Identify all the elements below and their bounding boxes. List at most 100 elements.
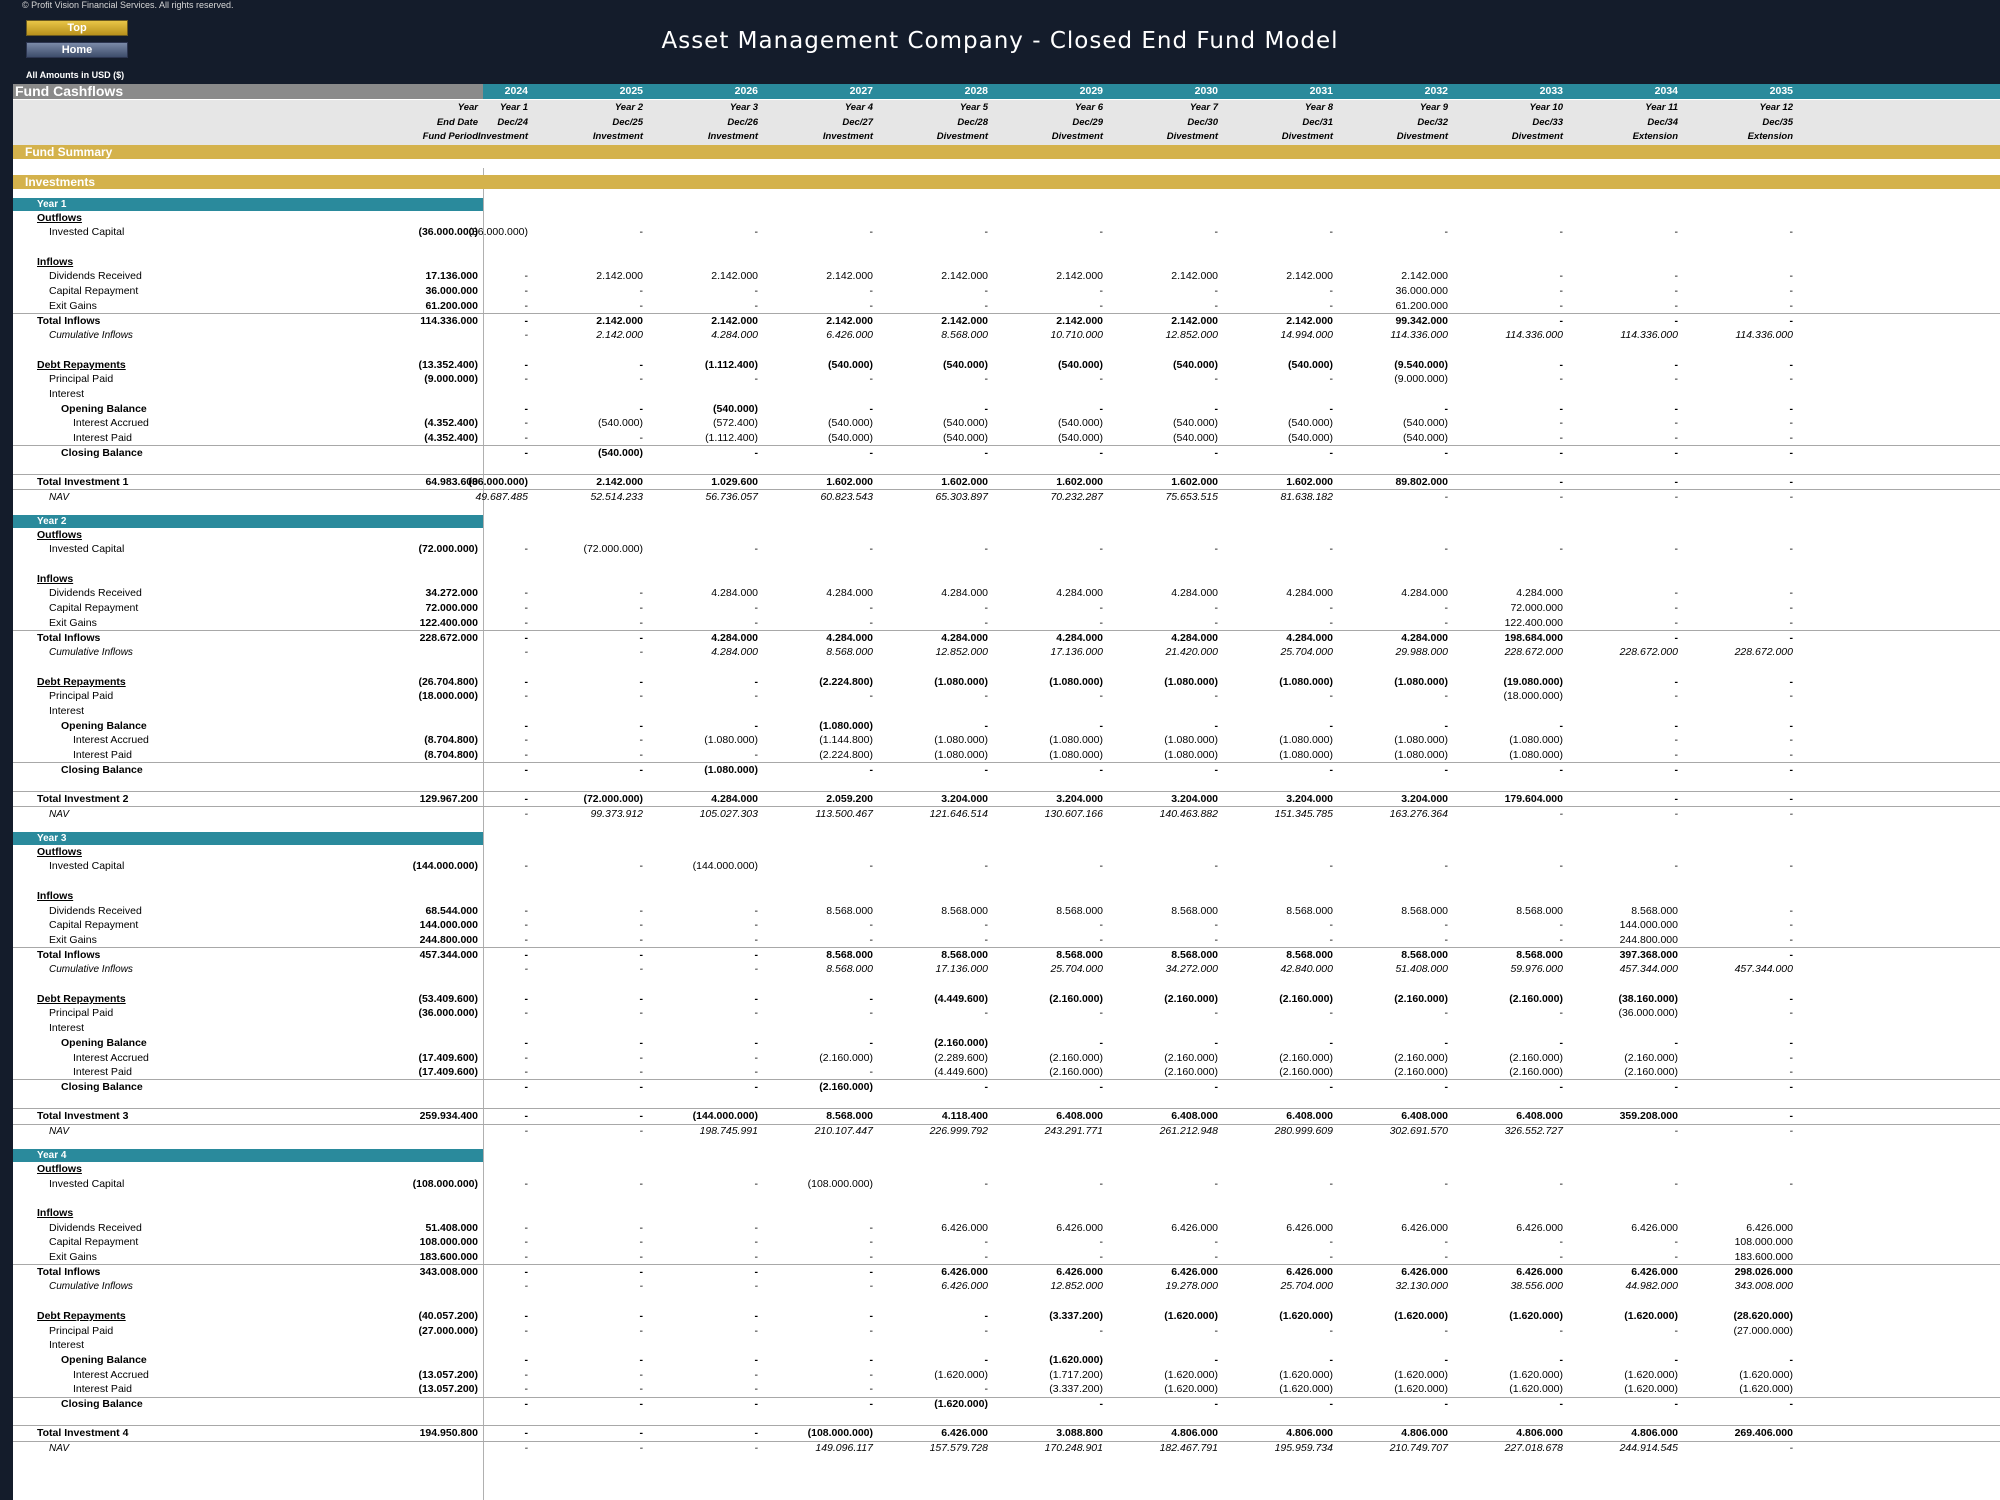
block-year-bg [13,1149,483,1163]
row-cell: 6.408.000 [1286,1110,1333,1123]
row-cell: 99.373.912 [590,807,643,820]
row-cell: - [524,373,529,386]
row-cell: 198.745.991 [699,1125,758,1138]
year-header: 2026 [734,85,758,97]
row-cell: - [1099,1398,1104,1411]
row-cell: - [1559,807,1564,820]
interest-paid-row: Interest Paid (13.057.200) - - - - - (3.337.200… [13,1382,2000,1397]
row-total: (53.409.600) [418,992,478,1005]
row-cell: - [869,1265,874,1278]
fund-summary-label: Fund Summary [25,145,113,160]
row-cell: - [1789,616,1794,629]
row-cell: - [869,1368,874,1381]
row-cell: - [639,646,644,659]
copyright-notice: © Profit Vision Financial Services. All … [22,0,234,10]
row-cell: (2.160.000) [1049,1066,1103,1079]
row-cell: - [1329,1398,1334,1411]
row-cell: (1.620.000) [1394,1368,1448,1381]
row-cell: - [1099,602,1104,615]
row-cell: 1.602.000 [1286,476,1333,489]
row-cell: - [1214,446,1219,459]
row-cell: 243.291.771 [1044,1125,1103,1138]
cumulative-inflows-row: Cumulative Inflows - - - - 6.426.000 12.852.00… [13,1279,2000,1294]
row-cell: - [524,1427,529,1440]
spreadsheet: Fund Cashflows 2024 2025 2026 2027 2028 2029 20… [13,84,2000,1500]
row-cell: (28.620.000) [1733,1309,1793,1322]
row-cell: - [1214,1398,1219,1411]
exit-gains-row: Exit Gains 61.200.000- - - - - - - -61.200.000- -… [13,299,2000,314]
row-cell: - [1099,933,1104,946]
row-cell: - [639,1251,644,1264]
block-year-text: Year 4 [37,1150,67,1162]
row-cell: (2.160.000) [1509,1066,1563,1079]
row-cell: 12.852.000 [1165,329,1218,342]
cumulative-inflows-row: Cumulative Inflows - - 4.284.000 8.568.000 12… [13,645,2000,660]
row-cell: (540.000) [1058,358,1103,371]
row-cell: - [524,719,529,732]
row-cell: (2.224.800) [819,675,873,688]
row-cell: 21.420.000 [1165,646,1218,659]
row-cell: - [1674,1125,1679,1138]
row-cell: (108.000.000) [807,1427,873,1440]
row-cell: 3.204.000 [1401,793,1448,806]
row-cell: - [984,1309,989,1322]
row-cell: 6.426.000 [1746,1221,1793,1234]
row-label: Interest [49,1339,85,1352]
row-cell: - [869,690,874,703]
row-cell: 6.408.000 [1056,1110,1103,1123]
row-cell: 4.284.000 [826,587,873,600]
capital-repayment-row: Capital Repayment 36.000.000- - - - - - - -36.00… [13,284,2000,299]
row-cell: - [1789,402,1794,415]
row-cell: - [524,793,529,806]
row-cell: - [524,1110,529,1123]
row-cell: - [1559,1324,1564,1337]
row-cell: - [524,675,529,688]
row-cell: (1.620.000) [1164,1383,1218,1396]
row-cell: - [524,1080,529,1093]
row-cell: (2.160.000) [1394,1066,1448,1079]
block-year-bg [13,832,483,846]
row-cell: - [1789,446,1794,459]
row-cell: - [639,226,644,239]
row-cell: 89.802.000 [1395,476,1448,489]
row-cell: - [639,631,644,644]
year-header: 2031 [1309,85,1333,97]
row-cell: - [1789,314,1794,327]
left-margin-bar [0,84,13,1500]
row-cell: 8.568.000 [1401,904,1448,917]
row-cell: - [1099,1080,1104,1093]
row-cell: - [1329,616,1334,629]
row-cell: - [1674,314,1679,327]
row-cell: - [1329,919,1334,932]
row-cell: (540.000) [1403,432,1448,445]
row-cell: 2.142.000 [1171,314,1218,327]
row-cell: - [1214,933,1219,946]
row-cell: - [1789,948,1794,961]
row-cell: (9.540.000) [1394,358,1448,371]
row-cell: 25.704.000 [1280,646,1333,659]
row-cell: - [1674,734,1679,747]
row-cell: - [869,1251,874,1264]
interest-accrued-row: Interest Accrued (4.352.400) - (540.000) (57… [13,416,2000,431]
row-cell: 210.107.447 [814,1125,873,1138]
year-row-cell: Year 8 [1304,102,1333,113]
row-cell: 343.008.000 [1734,1280,1793,1293]
row-cell: (1.620.000) [1394,1383,1448,1396]
row-cell: - [1559,1236,1564,1249]
principal-paid-row: Principal Paid (27.000.000) - - - - - - - - - - - (27… [13,1324,2000,1339]
investments-bar: Investments [13,175,2000,190]
debt-repayments-row: Debt Repayments (26.704.800) - - - (2.224.800… [13,675,2000,690]
row-cell: - [984,763,989,776]
row-total: 61.200.000 [425,299,478,312]
year-row-label: Year [457,102,478,113]
row-cell: - [639,358,644,371]
row-cell: - [1444,226,1449,239]
row-cell: - [754,690,759,703]
row-cell: - [1789,1066,1794,1079]
row-cell: 149.096.117 [815,1442,873,1455]
row-cell: - [1099,1036,1104,1049]
row-cell: - [524,543,529,556]
row-total: (26.704.800) [418,675,478,688]
row-cell: - [524,329,529,342]
row-cell: 1.602.000 [1056,476,1103,489]
